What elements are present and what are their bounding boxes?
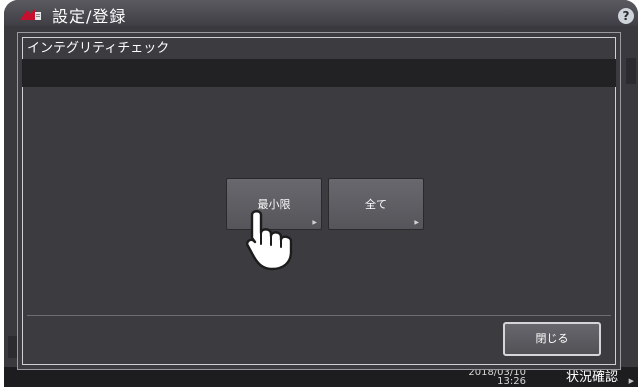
window-title: 設定/登録 xyxy=(52,7,127,26)
chevron-right-icon: ▶ xyxy=(414,219,419,226)
title-bar: 設定/登録 ? xyxy=(4,0,638,26)
background-panel-right xyxy=(626,58,636,84)
divider xyxy=(27,315,611,316)
all-button-label: 全て xyxy=(365,198,387,211)
settings-registration-icon xyxy=(20,9,42,20)
chevron-right-icon: ▶ xyxy=(312,219,317,226)
time-text: 13:26 xyxy=(497,376,526,387)
bottom-bar: 2018/03/10 13:26 状況確認 ▶ xyxy=(4,367,638,387)
dialog-message-area xyxy=(22,59,616,87)
clock: 2018/03/10 13:26 xyxy=(468,368,526,387)
chevron-right-icon: ▶ xyxy=(628,377,634,385)
all-button[interactable]: 全て ▶ xyxy=(328,178,424,230)
touch-hand-icon xyxy=(246,210,293,271)
dialog-title: インテグリティチェック xyxy=(27,41,170,56)
integrity-check-dialog: インテグリティチェック 最小限 ▶ 全て ▶ 閉じる xyxy=(17,32,621,370)
close-button[interactable]: 閉じる xyxy=(503,322,601,356)
help-icon[interactable]: ? xyxy=(618,8,634,24)
